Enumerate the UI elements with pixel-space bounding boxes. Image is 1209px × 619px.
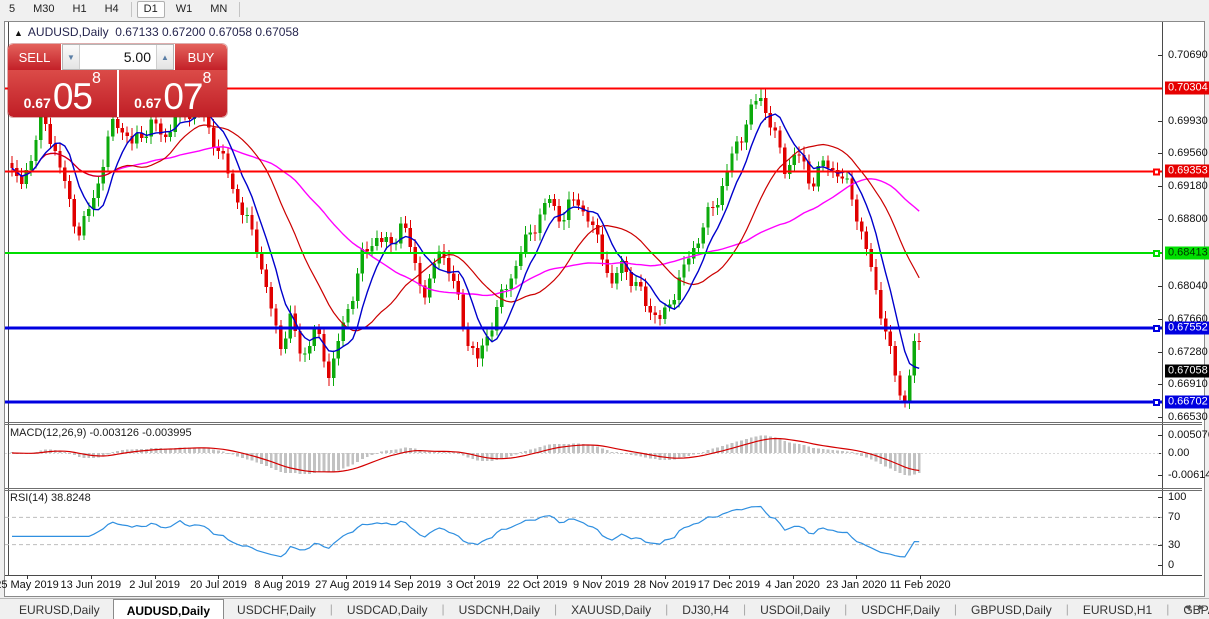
tab-scroll-nav: ◄►: [1183, 602, 1209, 612]
level-price-label: 0.66702: [1165, 395, 1209, 409]
one-click-trade-widget: SELL ▼ ▲ BUY 0.67 05 8 0.67 07 8: [8, 44, 227, 117]
timeframe-button-d1[interactable]: D1: [136, 1, 165, 18]
macd-tick-label: -0.006148: [1168, 468, 1209, 481]
chevron-up-icon: ▲: [161, 52, 169, 62]
current-price-label: 0.67058: [1165, 364, 1209, 378]
macd-indicator-label: MACD(12,26,9) -0.003126 -0.003995: [10, 427, 192, 439]
date-tick-label: 22 Oct 2019: [507, 579, 568, 591]
trade-widget-prices: 0.67 05 8 0.67 07 8: [8, 70, 227, 117]
volume-stepper: ▼ ▲: [62, 44, 174, 70]
sell-price-panel[interactable]: 0.67 05 8: [8, 70, 117, 117]
buy-button[interactable]: BUY: [175, 44, 227, 70]
price-tick-label: 0.70690: [1168, 48, 1208, 61]
buy-price-panel[interactable]: 0.67 07 8: [118, 70, 227, 117]
date-tick-label: 4 Jan 2020: [765, 579, 820, 591]
rsi-tick-label: 0: [1168, 559, 1175, 571]
price-tick-label: 0.69180: [1168, 180, 1208, 193]
level-price-label: 0.70304: [1165, 81, 1209, 95]
date-tick-label: 11 Feb 2020: [889, 579, 951, 591]
tab-xauusd-daily[interactable]: XAUUSD,Daily: [558, 599, 664, 619]
sell-price-prefix: 0.67: [23, 95, 51, 111]
collapse-icon[interactable]: ▲: [14, 28, 23, 38]
sell-button[interactable]: SELL: [8, 44, 61, 70]
date-tick-label: 14 Sep 2019: [378, 579, 441, 591]
date-tick-label: 3 Oct 2019: [446, 579, 501, 591]
level-price-label: 0.68413: [1165, 246, 1209, 260]
macd-tick-label: 0.00: [1168, 447, 1190, 459]
chart-title: ▲ AUDUSD,Daily 0.67133 0.67200 0.67058 0.…: [14, 25, 299, 39]
trade-widget-top-row: SELL ▼ ▲ BUY: [8, 44, 227, 70]
timeframe-button-h1[interactable]: H1: [66, 1, 94, 18]
date-tick-label: 2 Jul 2019: [129, 579, 180, 591]
toolbar-separator: [130, 2, 132, 17]
volume-input[interactable]: [80, 45, 156, 69]
volume-increase-button[interactable]: ▲: [156, 45, 173, 69]
price-tick-label: 0.68800: [1168, 213, 1208, 226]
tab-gbpusd-daily[interactable]: GBPUSD,Daily: [958, 599, 1065, 619]
tab-eurusd-daily[interactable]: EURUSD,Daily: [6, 599, 113, 619]
rsi-tick-label: 70: [1168, 511, 1181, 524]
date-tick-label: 8 Aug 2019: [254, 579, 311, 591]
price-tick-label: 0.68040: [1168, 279, 1208, 292]
tab-usdcad-daily[interactable]: USDCAD,Daily: [334, 599, 441, 619]
rsi-tick-label: 30: [1168, 538, 1181, 551]
chart-tab-bar: EURUSD,Daily AUDUSD,Daily USDCHF,Daily | USD…: [0, 598, 1209, 619]
date-tick-label: 25 May 2019: [0, 579, 59, 591]
buy-price-prefix: 0.67: [134, 95, 162, 111]
buy-price-pip: 8: [202, 70, 212, 87]
buy-price-main: 07: [163, 76, 203, 117]
timeframe-button-mn[interactable]: MN: [203, 1, 234, 18]
level-price-label: 0.67552: [1165, 321, 1209, 335]
tab-eurusd-h1[interactable]: EURUSD,H1: [1070, 599, 1165, 619]
chart-ohlc-values: 0.67133 0.67200 0.67058 0.67058: [115, 25, 299, 39]
chevron-down-icon: ▼: [67, 52, 75, 62]
price-tick-label: 0.69560: [1168, 147, 1208, 160]
date-tick-label: 27 Aug 2019: [315, 579, 377, 591]
rsi-indicator-label: RSI(14) 38.8248: [10, 492, 91, 504]
chart-symbol-label: AUDUSD,Daily: [27, 25, 109, 39]
date-tick-label: 28 Nov 2019: [633, 579, 697, 591]
timeframe-button-m30[interactable]: M30: [26, 1, 61, 18]
tab-usdchf-daily[interactable]: USDCHF,Daily: [848, 599, 953, 619]
tab-usdoil-daily[interactable]: USDOil,Daily: [747, 599, 843, 619]
tab-usdchf-daily[interactable]: USDCHF,Daily: [224, 599, 329, 619]
tab-audusd-daily[interactable]: AUDUSD,Daily: [112, 599, 225, 619]
tab-scroll-left-icon[interactable]: ◄: [1183, 602, 1197, 612]
level-price-label: 0.69353: [1165, 164, 1209, 178]
timeframe-button-5[interactable]: 5: [2, 1, 22, 18]
toolbar-separator: [239, 2, 241, 17]
rsi-tick-label: 100: [1168, 491, 1187, 503]
date-tick-label: 17 Dec 2019: [697, 579, 760, 591]
sell-price-pip: 8: [92, 70, 101, 87]
date-tick-label: 13 Jun 2019: [60, 579, 122, 591]
timeframe-button-h4[interactable]: H4: [98, 1, 126, 18]
mt4-terminal: { "toolbar": { "timeframes": ["5", "M30"…: [0, 0, 1209, 619]
sell-price-main: 05: [52, 76, 93, 117]
tab-dj30-h4[interactable]: DJ30,H4: [669, 599, 742, 619]
price-tick-label: 0.66910: [1168, 377, 1208, 390]
tab-usdcnh-daily[interactable]: USDCNH,Daily: [446, 599, 553, 619]
timeframe-toolbar: 5 M30 H1 H4 D1 W1 MN: [0, 0, 1209, 19]
date-tick-label: 20 Jul 2019: [189, 579, 247, 591]
chart-window: ▲ AUDUSD,Daily 0.67133 0.67200 0.67058 0.…: [0, 21, 1209, 597]
price-tick-label: 0.69930: [1168, 115, 1208, 128]
price-tick-label: 0.66530: [1168, 410, 1208, 423]
tab-scroll-right-icon[interactable]: ►: [1197, 602, 1209, 612]
volume-decrease-button[interactable]: ▼: [63, 45, 80, 69]
price-tick-label: 0.67280: [1168, 345, 1208, 358]
date-tick-label: 23 Jan 2020: [826, 579, 887, 591]
date-tick-label: 9 Nov 2019: [573, 579, 630, 591]
timeframe-button-w1[interactable]: W1: [169, 1, 200, 18]
macd-tick-label: 0.005076: [1168, 429, 1209, 441]
